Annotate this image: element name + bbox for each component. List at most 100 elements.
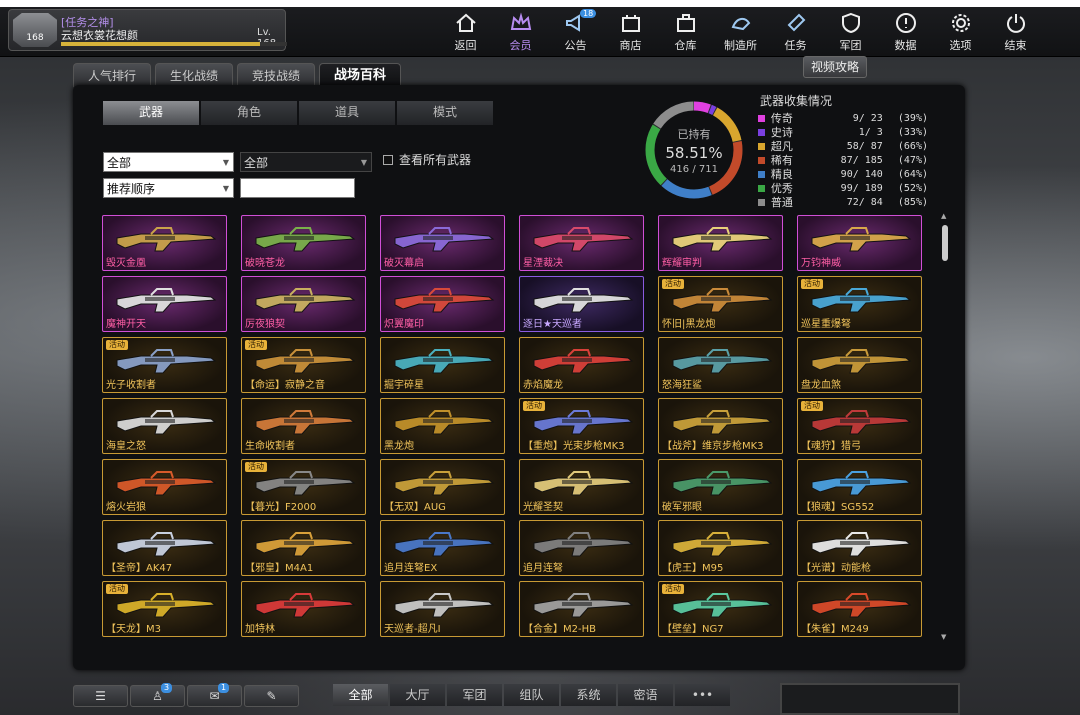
search-input[interactable] [240,178,355,198]
weapon-card[interactable]: 海皇之怒 [102,398,227,454]
rarity-swatch [758,170,765,178]
nav-item-1[interactable]: 会员 [493,7,548,57]
tab-1[interactable]: 生化战绩 [155,63,234,87]
weapon-card[interactable]: 光耀圣契 [519,459,644,515]
weapon-card[interactable]: 辉耀审判 [658,215,783,271]
weapon-card[interactable]: 万钧神威 [797,215,922,271]
edit-button[interactable]: ✎ [244,685,299,707]
weapon-card[interactable]: 星湮裁决 [519,215,644,271]
weapon-card[interactable]: 黑龙炮 [380,398,505,454]
weapon-image-icon [533,288,634,313]
chat-tab-5[interactable]: 密语 [618,684,673,706]
weapon-card[interactable]: 破灭幕启 [380,215,505,271]
weapon-card[interactable]: 活动 【暮光】F2000 [241,459,366,515]
category-select-value: 全部 [107,156,132,170]
nav-item-7[interactable]: 军团 [823,7,878,57]
weapon-card[interactable]: 活动 【魂狩】猎弓 [797,398,922,454]
weapon-card[interactable]: 生命收割者 [241,398,366,454]
weapon-card[interactable]: 活动 光子收割者 [102,337,227,393]
video-guide-button[interactable]: 视频攻略 [803,56,867,78]
weapon-card[interactable]: 活动 【天龙】M3 [102,581,227,637]
weapon-card[interactable]: 怒海狂鲨 [658,337,783,393]
weapon-image-icon [394,288,495,313]
weapon-card[interactable]: 魔神开天 [102,276,227,332]
category-select[interactable]: 全部 ▼ [103,152,234,172]
weapon-image-icon [255,471,356,496]
sort-select[interactable]: 推荐顺序 ▼ [103,178,234,198]
list-button[interactable]: ☰ [73,685,128,707]
weapon-card[interactable]: 加特林 [241,581,366,637]
weapon-card[interactable]: 活动 【壁垒】NG7 [658,581,783,637]
event-badge: 活动 [245,340,267,350]
weapon-card[interactable]: 【战斧】维京步枪MK3 [658,398,783,454]
weapon-name: 黑龙炮 [384,441,414,452]
weapon-card[interactable]: 【狼魂】SG552 [797,459,922,515]
weapon-name: 追月连弩 [523,563,563,574]
nav-item-10[interactable]: 结束 [988,7,1043,57]
weapon-card[interactable]: 活动 【重炮】光束步枪MK3 [519,398,644,454]
weapon-card[interactable]: 逐日★天巡者 [519,276,644,332]
chat-tab-1[interactable]: 大厅 [390,684,445,706]
weapon-card[interactable]: 活动 巡星重爆弩 [797,276,922,332]
weapon-card[interactable]: 熔火岩狼 [102,459,227,515]
weapon-card[interactable]: 【朱雀】M249 [797,581,922,637]
chat-tab-0[interactable]: 全部 [333,684,388,706]
weapon-card[interactable]: 【邪皇】M4A1 [241,520,366,576]
nav-item-0[interactable]: 返回 [438,7,493,57]
nav-item-4[interactable]: 仓库 [658,7,713,57]
weapon-card[interactable]: 破晓苍龙 [241,215,366,271]
weapon-image-icon [533,471,634,496]
weapon-card[interactable]: 天巡者-超凡Ⅰ [380,581,505,637]
event-badge: 活动 [245,462,267,472]
weapon-image-icon [394,410,495,435]
collection-list: 传奇 9/ 23 (39%) 史诗 1/ 3 (33%) 超凡 58/ 87 (66%) 稀有 87… [758,111,928,209]
chat-tab-6[interactable]: ••• [675,684,730,706]
weapon-card[interactable]: 【光谱】动能枪 [797,520,922,576]
subtab-0[interactable]: 武器 [103,101,199,125]
grid-scrollbar[interactable]: ▲ ▼ [941,212,949,641]
weapon-card[interactable]: 毁灭金凰 [102,215,227,271]
weapon-card[interactable]: 活动 【命运】寂静之音 [241,337,366,393]
weapon-name: 万钧神威 [801,258,841,269]
weapon-card[interactable]: 追月连弩EX [380,520,505,576]
weapon-name: 光子收割者 [106,380,156,391]
tab-3[interactable]: 战场百科 [319,63,402,87]
weapon-card[interactable]: 【圣帝】AK47 [102,520,227,576]
nav-item-6[interactable]: 任务 [768,7,823,57]
nav-item-8[interactable]: 数据 [878,7,933,57]
chat-tab-4[interactable]: 系统 [561,684,616,706]
subcategory-select[interactable]: 全部 ▼ [240,152,372,172]
group-chat-button[interactable]: ✉ 1 [187,683,242,707]
tab-0[interactable]: 人气排行 [73,63,152,87]
weapon-card[interactable]: 掘宇碎星 [380,337,505,393]
weapon-card[interactable]: 【合金】M2-HB [519,581,644,637]
weapon-card[interactable]: 赤焰魔龙 [519,337,644,393]
scroll-up-icon[interactable]: ▲ [941,212,946,220]
tab-2[interactable]: 竞技战绩 [237,63,316,87]
nav-item-3[interactable]: 商店 [603,7,658,57]
weapon-card[interactable]: 炽翼魔印 [380,276,505,332]
weapon-image-icon [116,471,217,496]
weapon-card[interactable]: 【无双】AUG [380,459,505,515]
scroll-thumb[interactable] [942,225,948,261]
weapon-card[interactable]: 【虎王】M95 [658,520,783,576]
nav-item-5[interactable]: 制造所 [713,7,768,57]
weapon-card[interactable]: 破军邪眼 [658,459,783,515]
show-all-checkbox[interactable] [383,154,393,165]
nav-item-2[interactable]: 公告 18 [548,7,603,57]
subtab-3[interactable]: 模式 [397,101,493,125]
weapon-card[interactable]: 盘龙血煞 [797,337,922,393]
nav-label: 会员 [509,39,532,52]
show-all-weapons-toggle[interactable]: 查看所有武器 [383,151,471,168]
weapon-card[interactable]: 厉夜狼契 [241,276,366,332]
player-card[interactable]: 168 [任务之神] 云想衣裳花想颜 Lv. 168 [8,9,287,51]
weapon-card[interactable]: 追月连弩 [519,520,644,576]
chat-tab-3[interactable]: 组队 [504,684,559,706]
subtab-2[interactable]: 道具 [299,101,395,125]
friends-button[interactable]: ♙ 3 [130,683,185,707]
scroll-down-icon[interactable]: ▼ [941,633,946,641]
chat-tab-2[interactable]: 军团 [447,684,502,706]
nav-item-9[interactable]: 选项 [933,7,988,57]
weapon-card[interactable]: 活动 怀旧|黑龙炮 [658,276,783,332]
subtab-1[interactable]: 角色 [201,101,297,125]
